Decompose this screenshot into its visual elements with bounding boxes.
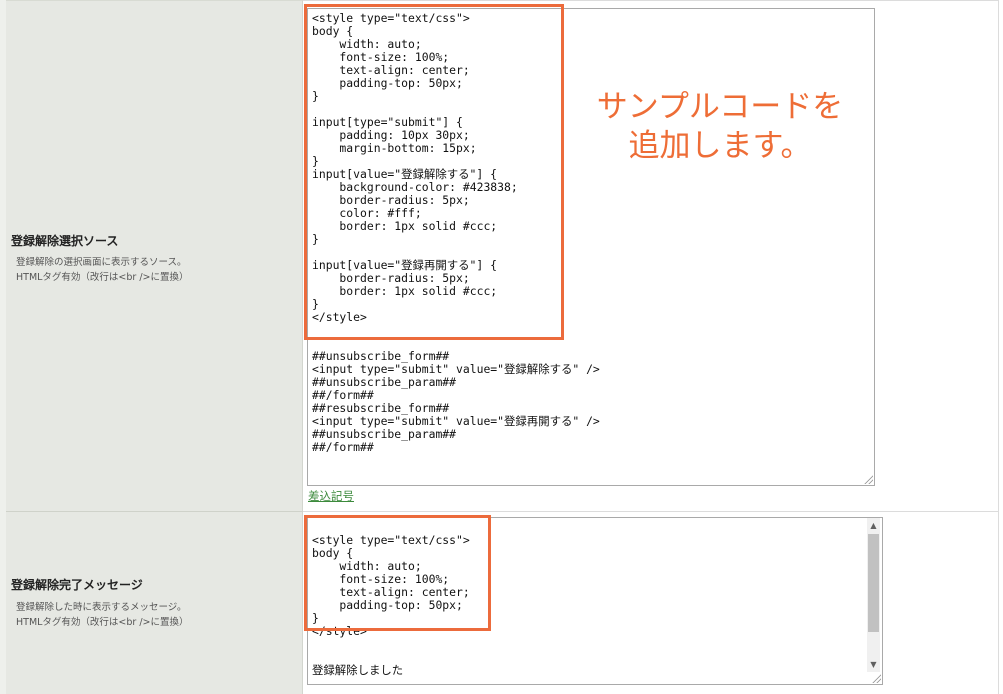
field-title: 登録解除完了メッセージ [11,578,143,592]
code-line: ##unsubscribe_param## [312,427,457,441]
code-line: ##unsubscribe_param## [312,375,457,389]
up-arrow-icon[interactable]: ▲ [867,518,880,533]
code-line: ##/form## [312,440,374,454]
code-line: 登録解除しました [312,663,404,677]
field-description: 登録解除の選択画面に表示するソース。 [16,257,187,268]
annotation-line: サンプルコードを [596,89,844,125]
down-arrow-icon[interactable]: ▼ [867,657,880,672]
field-description: HTMLタグ有効（改行は<br />に置換） [16,617,189,628]
annotation-line: 追加します。 [628,128,812,164]
field-title: 登録解除選択ソース [11,234,119,248]
field-description: HTMLタグ有効（改行は<br />に置換） [16,272,189,283]
resize-grip-icon[interactable] [871,673,881,683]
label-cell: 登録解除選択ソース 登録解除の選択画面に表示するソース。 HTMLタグ有効（改行… [6,0,303,511]
vertical-scrollbar[interactable]: ▲ ▼ [867,518,880,672]
scrollbar-thumb[interactable] [868,534,879,632]
highlight-box [304,515,491,631]
insert-symbols-link[interactable]: 差込記号 [308,488,354,504]
highlight-box [304,4,564,340]
resize-grip-icon[interactable] [863,474,873,484]
field-description: 登録解除した時に表示するメッセージ。 [16,602,187,613]
label-cell: 登録解除完了メッセージ 登録解除した時に表示するメッセージ。 HTMLタグ有効（… [6,511,303,694]
annotation-text: サンプルコードを 追加します。 [575,88,865,166]
